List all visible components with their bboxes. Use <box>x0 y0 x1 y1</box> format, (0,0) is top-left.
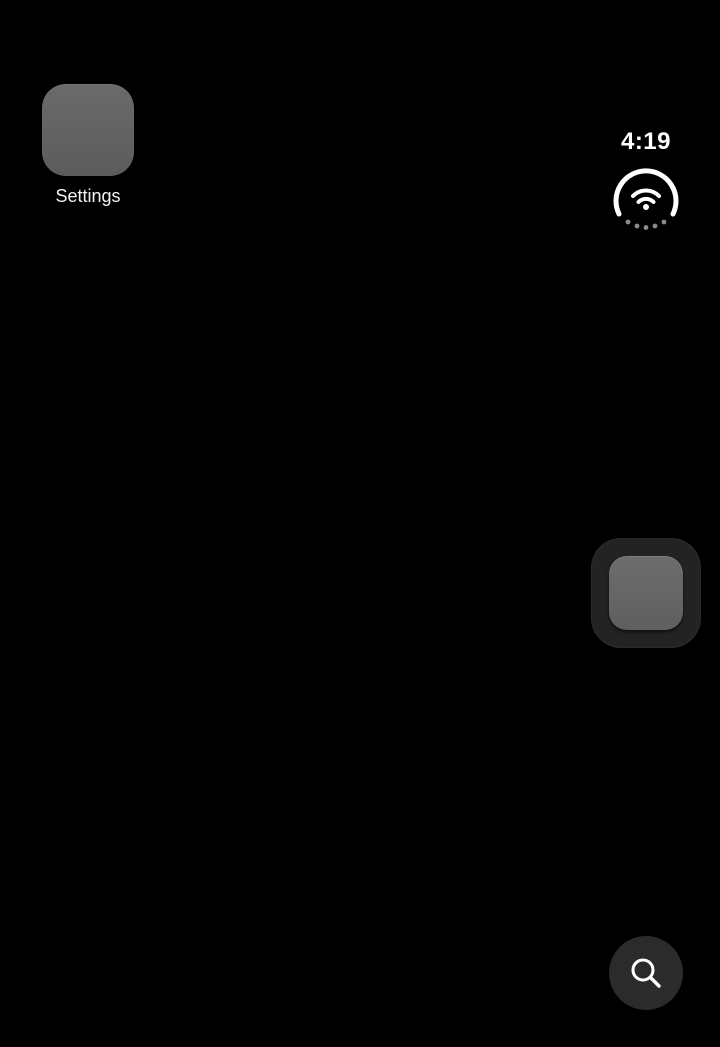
status-cluster: 4:19 <box>596 128 696 232</box>
settings-app-icon[interactable] <box>42 84 134 176</box>
clock-time: 4:19 <box>620 128 672 155</box>
wifi-icon <box>613 168 679 230</box>
app-label: Settings <box>55 186 121 206</box>
search-button[interactable] <box>609 936 683 1010</box>
app-placeholder-icon <box>609 556 683 630</box>
app-settings[interactable]: Settings <box>42 84 134 207</box>
dock-app-tile[interactable] <box>591 538 701 648</box>
search-icon <box>631 958 661 988</box>
